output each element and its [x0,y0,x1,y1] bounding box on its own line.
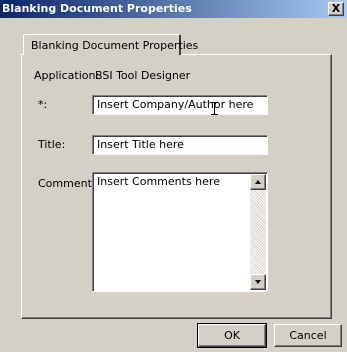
cancel-button-label: Cancel [289,329,327,342]
ok-button-label: OK [224,329,240,342]
author-label: *: [38,98,48,111]
comments-textarea[interactable]: Insert Comments here [92,172,268,292]
title-input-text: Insert Title here [97,138,184,151]
cancel-button[interactable]: Cancel [274,324,342,347]
scroll-up-icon [255,180,261,184]
author-input-text: Insert Company/Author here [97,98,254,111]
author-input[interactable]: Insert Company/Author here [92,95,268,115]
window-title: Blanking Document Properties [2,2,192,15]
comments-scrollbar[interactable] [250,174,266,290]
application-value: BSI Tool Designer [95,69,191,82]
tab-blanking-document-properties[interactable]: Blanking Document Properties [23,34,198,55]
comments-textarea-text: Insert Comments here [97,175,220,188]
text-cursor-icon [211,102,218,115]
close-button[interactable]: X [328,2,344,16]
scroll-down-button[interactable] [250,274,266,290]
title-input[interactable]: Insert Title here [92,135,268,155]
tab-label: Blanking Document Properties [31,39,199,52]
close-icon: X [331,2,341,15]
application-label: Application: [34,69,100,82]
title-label: Title: [38,138,66,151]
title-bar[interactable]: Blanking Document Properties X [0,0,347,18]
scroll-down-icon [255,280,261,284]
scroll-up-button[interactable] [250,174,266,190]
ok-button[interactable]: OK [197,323,267,348]
